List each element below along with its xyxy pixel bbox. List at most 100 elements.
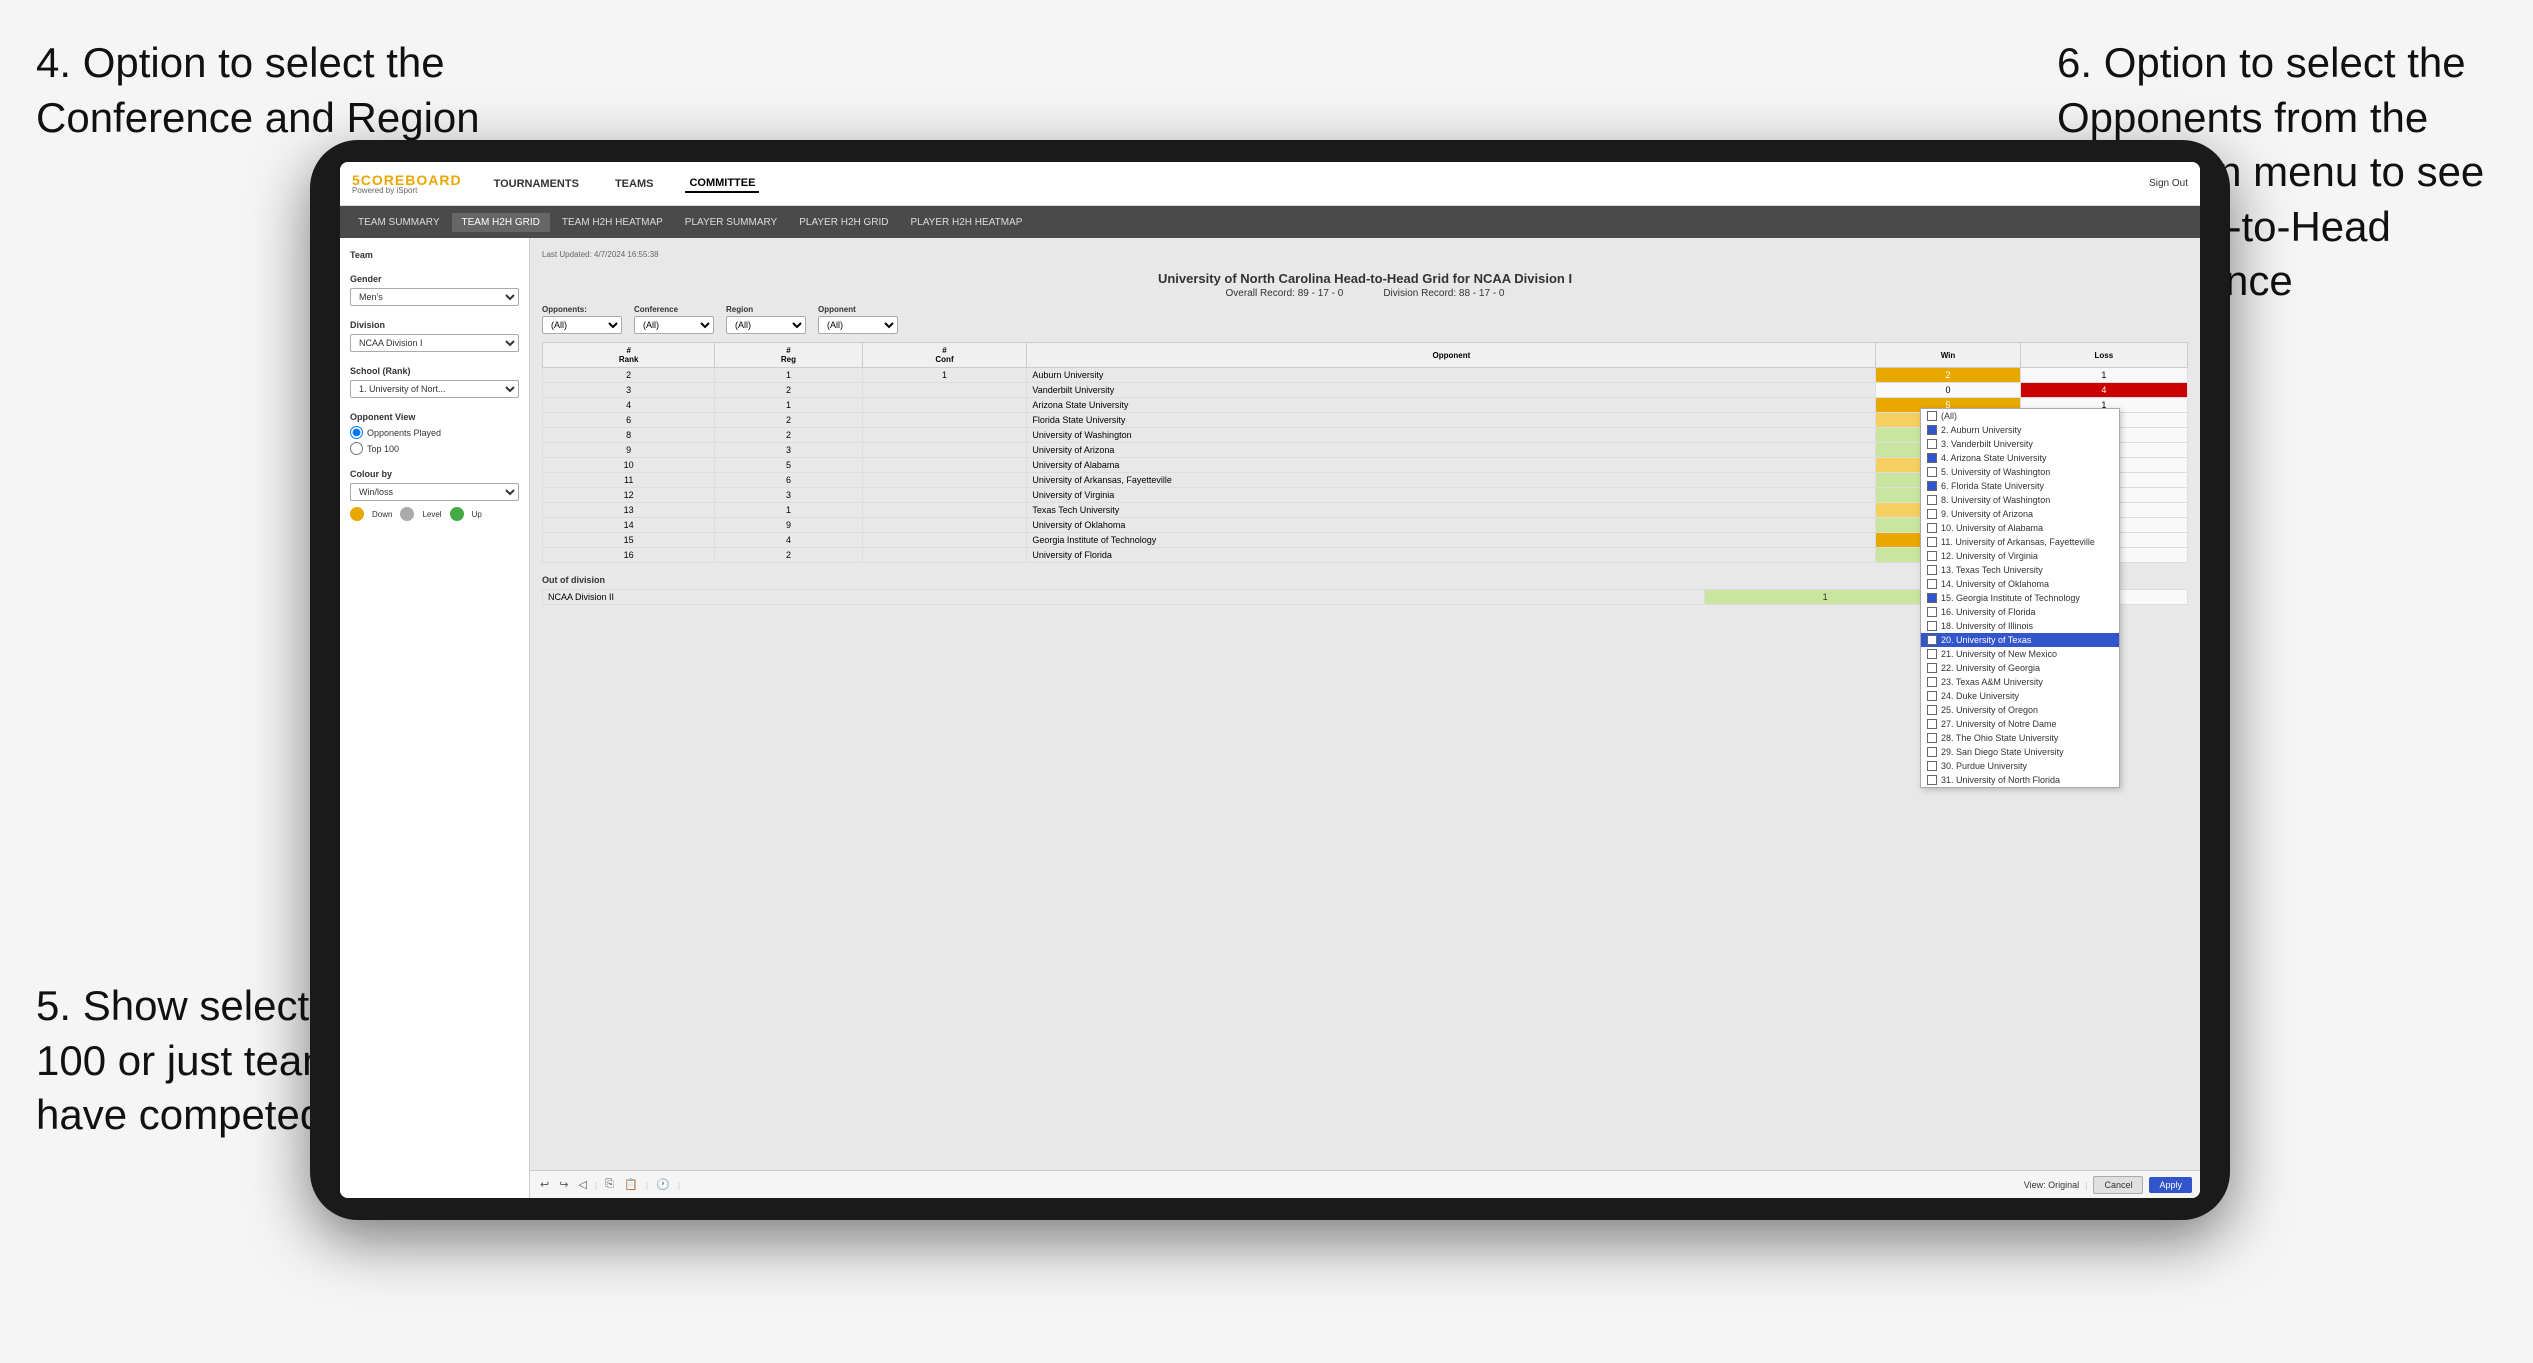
cell-conf [862,413,1027,428]
dropdown-item-label: 30. Purdue University [1941,761,2027,771]
cell-conf [862,428,1027,443]
dropdown-item-label: 31. University of North Florida [1941,775,2060,785]
dropdown-item[interactable]: 12. University of Virginia [1921,549,2119,563]
school-select[interactable]: 1. University of Nort... [350,380,519,398]
dropdown-item[interactable]: 9. University of Arizona [1921,507,2119,521]
dropdown-item[interactable]: 31. University of North Florida [1921,773,2119,787]
region-select[interactable]: (All) [726,316,806,334]
dropdown-item-label: (All) [1941,411,1957,421]
apply-button[interactable]: Apply [2149,1177,2192,1193]
cell-conf [862,503,1027,518]
toolbar-clock[interactable]: 🕐 [654,1178,672,1191]
dropdown-item[interactable]: 10. University of Alabama [1921,521,2119,535]
checkbox-icon [1927,677,1937,687]
cell-rank: 4 [543,398,715,413]
dropdown-item-label: 10. University of Alabama [1941,523,2043,533]
dropdown-item[interactable]: (All) [1921,409,2119,423]
dropdown-item[interactable]: 18. University of Illinois [1921,619,2119,633]
dropdown-item[interactable]: 24. Duke University [1921,689,2119,703]
cell-opponent: University of Virginia [1027,488,1876,503]
cell-opponent: University of Florida [1027,548,1876,563]
subnav-player-h2h-grid[interactable]: PLAYER H2H GRID [789,213,898,232]
cell-opponent: University of Washington [1027,428,1876,443]
toolbar-redo[interactable]: ↪ [557,1178,570,1191]
opponent-dropdown[interactable]: (All) 2. Auburn University 3. Vanderbilt U… [1920,408,2120,788]
dropdown-item[interactable]: 5. University of Washington [1921,465,2119,479]
radio-top100[interactable]: Top 100 [350,442,519,455]
nav-committee[interactable]: COMMITTEE [685,175,759,193]
gender-select[interactable]: Men's [350,288,519,306]
dropdown-item[interactable]: 6. Florida State University [1921,479,2119,493]
toolbar-copy[interactable]: ⎘ [603,1178,616,1191]
subnav-h2h-grid[interactable]: TEAM H2H GRID [452,213,550,232]
division-select[interactable]: NCAA Division I [350,334,519,352]
dropdown-item[interactable]: 27. University of Notre Dame [1921,717,2119,731]
dropdown-item[interactable]: 23. Texas A&M University [1921,675,2119,689]
last-updated: Last Updated: 4/7/2024 16:55:38 [542,250,659,259]
dropdown-item[interactable]: 15. Georgia Institute of Technology [1921,591,2119,605]
dropdown-item[interactable]: 13. Texas Tech University [1921,563,2119,577]
checkbox-icon [1927,719,1937,729]
cell-win: 2 [1876,368,2020,383]
tablet-device: 5COREBOARD Powered by iSport TOURNAMENTS… [310,140,2230,1220]
nav-tournaments[interactable]: TOURNAMENTS [490,176,583,192]
toolbar-undo[interactable]: ↩ [538,1178,551,1191]
dropdown-item[interactable]: 14. University of Oklahoma [1921,577,2119,591]
th-opponent: Opponent [1027,343,1876,368]
checkbox-icon [1927,705,1937,715]
dropdown-item[interactable]: 21. University of New Mexico [1921,647,2119,661]
dropdown-item-label: 2. Auburn University [1941,425,2022,435]
radio-opponents-played[interactable]: Opponents Played [350,426,519,439]
dropdown-item-label: 8. University of Washington [1941,495,2050,505]
subnav-player-summary[interactable]: PLAYER SUMMARY [675,213,787,232]
th-loss: Loss [2020,343,2187,368]
cell-rank: 14 [543,518,715,533]
school-section: School (Rank) 1. University of Nort... [350,366,519,398]
subnav-h2h-heatmap[interactable]: TEAM H2H HEATMAP [552,213,673,232]
cell-rank: 15 [543,533,715,548]
logo-sub: Powered by iSport [352,187,462,195]
subnav-team-summary[interactable]: TEAM SUMMARY [348,213,450,232]
cell-conf [862,458,1027,473]
cancel-button[interactable]: Cancel [2093,1176,2143,1194]
checkbox-icon [1927,453,1937,463]
colour-select[interactable]: Win/loss [350,483,519,501]
dropdown-item[interactable]: 11. University of Arkansas, Fayetteville [1921,535,2119,549]
dropdown-item[interactable]: 8. University of Washington [1921,493,2119,507]
conference-select[interactable]: (All) [634,316,714,334]
cell-opponent: Florida State University [1027,413,1876,428]
dropdown-item-label: 27. University of Notre Dame [1941,719,2057,729]
dropdown-item-label: 15. Georgia Institute of Technology [1941,593,2080,603]
dropdown-item[interactable]: 25. University of Oregon [1921,703,2119,717]
opponent-select[interactable]: (All) [818,316,898,334]
cell-opponent: University of Oklahoma [1027,518,1876,533]
dropdown-item[interactable]: 28. The Ohio State University [1921,731,2119,745]
logo: 5COREBOARD Powered by iSport [352,173,462,195]
opponents-select[interactable]: (All) [542,316,622,334]
colour-label-down: Down [372,510,392,519]
dropdown-item[interactable]: 16. University of Florida [1921,605,2119,619]
checkbox-icon [1927,649,1937,659]
dropdown-item[interactable]: 22. University of Georgia [1921,661,2119,675]
toolbar-back[interactable]: ◁ [576,1178,588,1191]
toolbar-paste[interactable]: 📋 [622,1178,640,1191]
dropdown-item[interactable]: 2. Auburn University [1921,423,2119,437]
tablet-screen: 5COREBOARD Powered by iSport TOURNAMENTS… [340,162,2200,1198]
subnav-player-h2h-heatmap[interactable]: PLAYER H2H HEATMAP [901,213,1033,232]
cell-reg: 1 [715,503,862,518]
dropdown-item[interactable]: 30. Purdue University [1921,759,2119,773]
cell-reg: 3 [715,488,862,503]
dropdown-item[interactable]: 20. University of Texas [1921,633,2119,647]
colour-dot-level [400,507,414,521]
dropdown-item[interactable]: 29. San Diego State University [1921,745,2119,759]
nav-signout[interactable]: Sign Out [2149,178,2188,189]
nav-teams[interactable]: TEAMS [611,176,658,192]
dropdown-item[interactable]: 4. Arizona State University [1921,451,2119,465]
cell-reg: 1 [715,398,862,413]
th-win: Win [1876,343,2020,368]
checkbox-icon [1927,509,1937,519]
team-label: Team [350,250,519,260]
dropdown-item[interactable]: 3. Vanderbilt University [1921,437,2119,451]
dropdown-item-label: 29. San Diego State University [1941,747,2064,757]
checkbox-icon [1927,439,1937,449]
